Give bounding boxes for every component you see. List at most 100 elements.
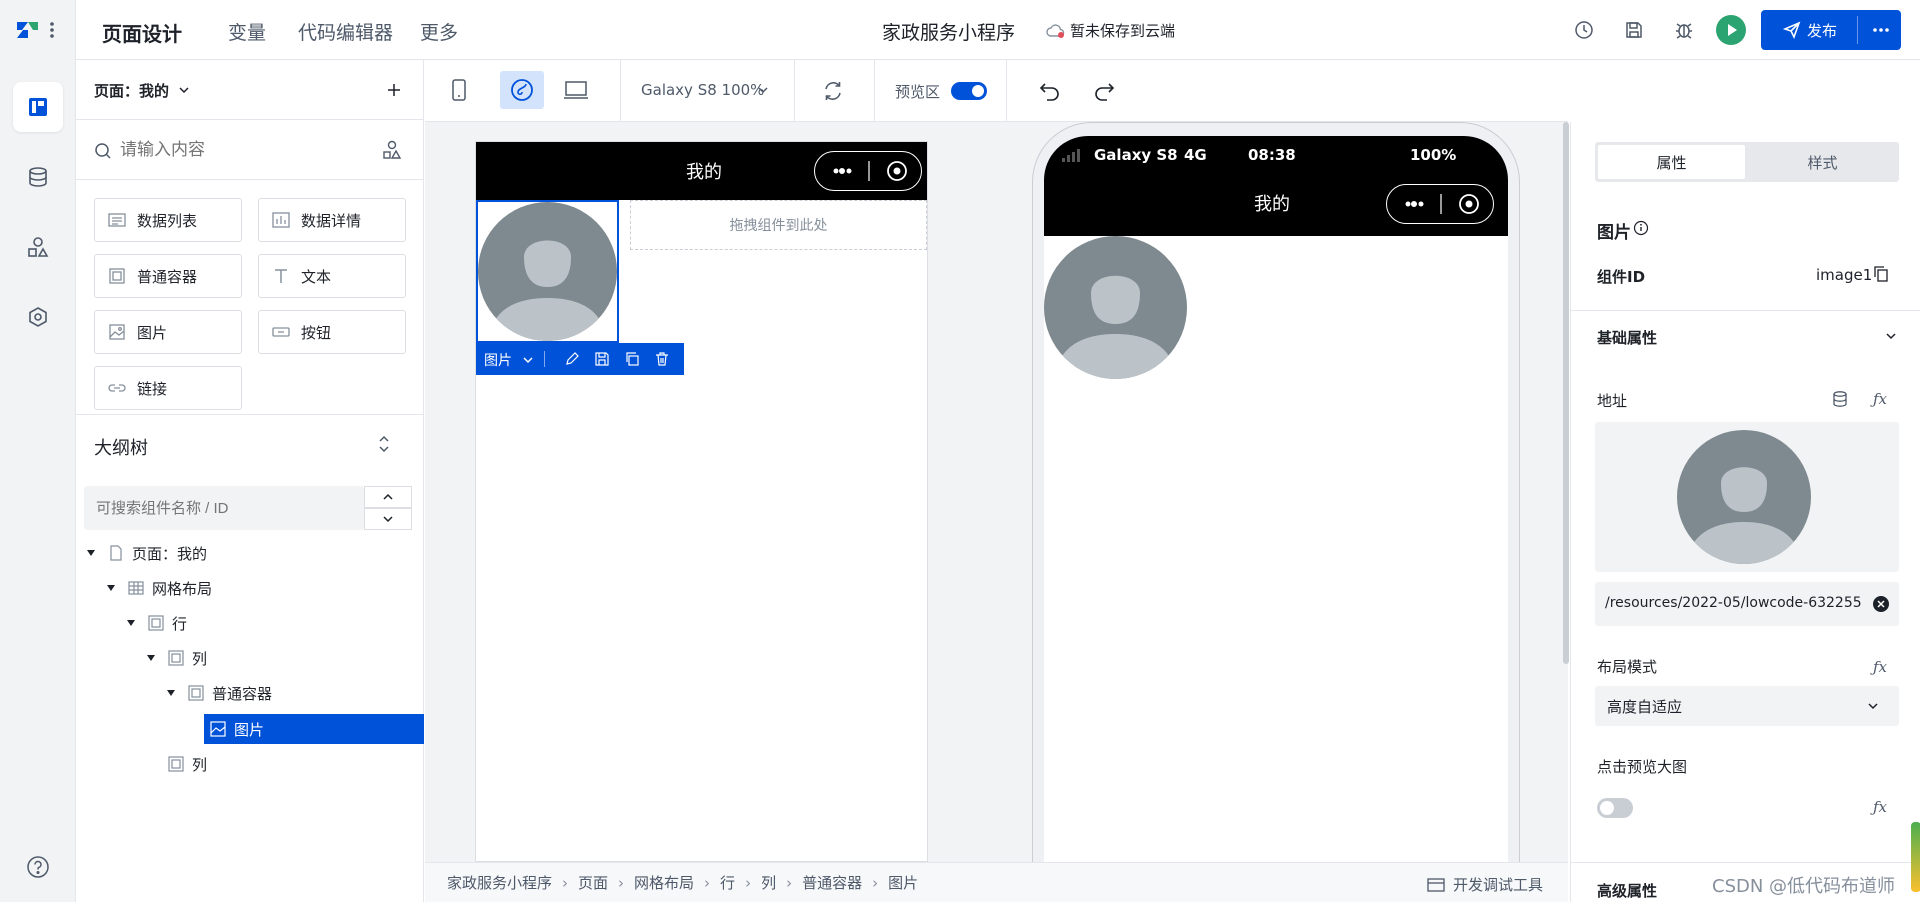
breadcrumb-item[interactable]: 页面 xyxy=(578,872,608,893)
component-link[interactable]: 链接 xyxy=(94,366,242,410)
drop-zone[interactable]: 拖拽组件到此处 xyxy=(630,200,927,250)
component-container[interactable]: 普通容器 xyxy=(94,254,242,298)
tree-node-col-2[interactable]: 列 xyxy=(168,749,207,779)
page-design-title: 页面设计 xyxy=(102,22,182,46)
nav-more[interactable]: 更多 xyxy=(420,18,458,45)
tab-properties[interactable]: 属性 xyxy=(1598,145,1745,179)
save-template-icon[interactable] xyxy=(594,351,610,367)
right-panel: 属性 样式 图片 组件ID image1 基础属性 地址 ƒx /resourc… xyxy=(1570,122,1920,902)
breadcrumb-item[interactable]: 网格布局 xyxy=(634,872,694,893)
save-status: 暂未保存到云端 xyxy=(1046,20,1175,41)
tree-node-grid[interactable]: 网格布局 xyxy=(104,573,212,603)
add-page-icon[interactable] xyxy=(386,82,402,98)
edit-pencil-icon[interactable] xyxy=(564,351,580,367)
top-bar: 页面设计 变量 代码编辑器 更多 家政服务小程序 暂未保存到云端 发布 xyxy=(76,0,1920,60)
advanced-props-section[interactable]: 高级属性 xyxy=(1597,880,1657,902)
network: 4G xyxy=(1184,146,1207,164)
copy-icon[interactable] xyxy=(1873,265,1889,283)
preview-toggle[interactable] xyxy=(951,82,987,100)
tree-node-col[interactable]: 列 xyxy=(144,643,207,673)
help-icon[interactable] xyxy=(13,842,63,892)
nav-code-editor[interactable]: 代码编辑器 xyxy=(298,18,393,45)
history-icon[interactable] xyxy=(1574,20,1594,40)
desktop-device-icon[interactable] xyxy=(563,78,589,102)
image-icon xyxy=(210,721,226,737)
next-match-button[interactable] xyxy=(364,508,412,530)
redo-icon[interactable] xyxy=(1093,80,1115,102)
breadcrumb-item[interactable]: 列 xyxy=(761,872,776,893)
breadcrumb-item[interactable]: 普通容器 xyxy=(802,872,862,893)
device-zoom-select[interactable]: Galaxy S8 100% xyxy=(641,81,764,99)
mobile-device-icon[interactable] xyxy=(449,78,469,102)
basic-props-section[interactable]: 基础属性 xyxy=(1597,327,1657,348)
run-play-icon[interactable] xyxy=(1716,15,1746,45)
refresh-icon[interactable] xyxy=(822,80,844,102)
page-icon xyxy=(110,545,122,561)
page-selector[interactable]: 页面：我的 xyxy=(94,80,169,101)
component-text[interactable]: 文本 xyxy=(258,254,406,298)
editor-navbar: 我的 xyxy=(476,142,927,200)
tree-node-image-selected[interactable]: 图片 xyxy=(204,714,424,744)
click-preview-toggle[interactable] xyxy=(1597,798,1633,818)
publish-button[interactable]: 发布 xyxy=(1761,10,1901,50)
info-icon[interactable] xyxy=(1633,220,1649,236)
undo-icon[interactable] xyxy=(1039,80,1061,102)
prev-match-button[interactable] xyxy=(364,486,412,508)
selected-image-component[interactable] xyxy=(476,200,619,343)
layout-mode-select[interactable]: 高度自适应 xyxy=(1595,686,1899,726)
component-data-detail[interactable]: 数据详情 xyxy=(258,198,406,242)
preview-page-title: 我的 xyxy=(1254,194,1290,215)
more-dots-icon[interactable] xyxy=(1867,16,1895,44)
container-icon xyxy=(168,650,184,666)
signal-icon xyxy=(1062,149,1080,162)
component-type-heading: 图片 xyxy=(1597,223,1631,243)
save-icon[interactable] xyxy=(1624,20,1644,40)
collapse-toggle-icon[interactable] xyxy=(376,434,392,454)
page-design-icon[interactable] xyxy=(13,82,63,132)
tree-node-row[interactable]: 行 xyxy=(124,608,187,638)
chevron-up-icon xyxy=(383,493,393,500)
expression-fx-icon[interactable]: ƒx xyxy=(1873,390,1887,408)
component-search-input[interactable] xyxy=(120,136,350,164)
caret-down-icon xyxy=(147,655,155,661)
components-icon[interactable] xyxy=(13,222,63,272)
dev-tools-icon xyxy=(1427,877,1445,892)
address-input[interactable]: /resources/2022-05/lowcode-632255 xyxy=(1595,582,1899,626)
database-icon[interactable] xyxy=(13,152,63,202)
outline-search-field[interactable] xyxy=(84,486,364,530)
nav-variables[interactable]: 变量 xyxy=(228,18,266,45)
breadcrumb-item[interactable]: 图片 xyxy=(888,872,918,893)
delete-trash-icon[interactable] xyxy=(654,351,670,367)
breadcrumb-item[interactable]: 行 xyxy=(720,872,735,893)
component-search xyxy=(76,120,424,180)
outline-search-input[interactable] xyxy=(84,486,364,530)
component-image[interactable]: 图片 xyxy=(94,310,242,354)
tree-node-page[interactable]: 页面：我的 xyxy=(84,538,207,568)
preview-capsule-menu[interactable] xyxy=(1386,184,1494,224)
expression-fx-icon[interactable]: ƒx xyxy=(1873,798,1887,816)
settings-hex-icon[interactable] xyxy=(13,292,63,342)
copy-icon[interactable] xyxy=(624,351,640,367)
miniprogram-device-icon[interactable] xyxy=(500,71,544,109)
selected-component-type[interactable]: 图片 xyxy=(484,350,512,370)
debug-bug-icon[interactable] xyxy=(1674,20,1694,40)
clear-icon[interactable] xyxy=(1873,596,1889,612)
capsule-menu[interactable] xyxy=(814,151,922,191)
expression-fx-icon[interactable]: ƒx xyxy=(1873,658,1887,676)
canvas-scrollbar[interactable] xyxy=(1563,122,1569,664)
layout-mode-label: 布局模式 xyxy=(1597,658,1658,676)
tab-styles[interactable]: 样式 xyxy=(1749,145,1896,179)
breadcrumb-item[interactable]: 家政服务小程序 xyxy=(447,872,552,893)
component-action-bar: 图片 xyxy=(476,343,684,375)
tree-node-container[interactable]: 普通容器 xyxy=(164,678,272,708)
component-filter-icon[interactable] xyxy=(382,140,402,160)
app-logo-icon[interactable] xyxy=(14,18,58,42)
image-preview-box[interactable] xyxy=(1595,422,1899,572)
database-bind-icon[interactable] xyxy=(1831,390,1849,408)
container-icon xyxy=(168,756,184,772)
component-data-list[interactable]: 数据列表 xyxy=(94,198,242,242)
dev-tools-button[interactable]: 开发调试工具 xyxy=(1427,874,1543,895)
component-button[interactable]: 按钮 xyxy=(258,310,406,354)
caret-down-icon xyxy=(107,585,115,591)
chevron-down-icon xyxy=(383,516,393,523)
